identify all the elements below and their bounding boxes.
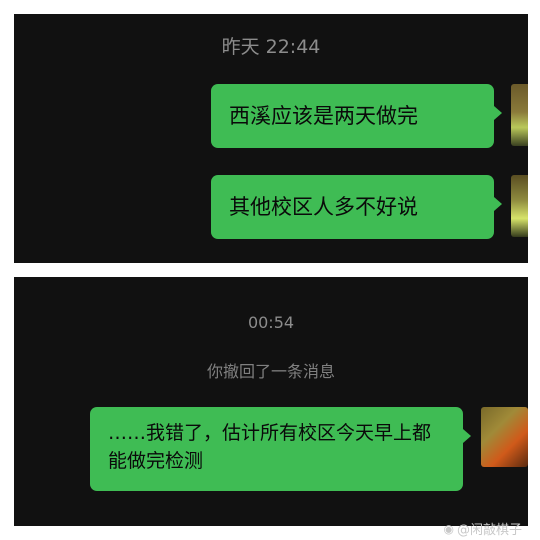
message-bubble[interactable]: ……我错了，估计所有校区今天早上都能做完检测	[90, 407, 471, 491]
message-timestamp: 昨天 22:44	[221, 36, 321, 58]
chat-panel-top: 昨天 22:44 西溪应该是两天做完 其他校区人多不好说	[14, 14, 528, 263]
sender-avatar[interactable]	[511, 175, 528, 237]
weibo-icon: ◉	[443, 521, 454, 536]
message-bubble[interactable]: 其他校区人多不好说	[211, 175, 502, 239]
watermark: ◉ @闲敲棋子	[443, 519, 523, 539]
sender-avatar[interactable]	[481, 407, 528, 467]
watermark-text: @闲敲棋子	[456, 523, 522, 538]
message-bubble[interactable]: 西溪应该是两天做完	[211, 84, 502, 148]
recall-notice: 你撤回了一条消息	[206, 362, 335, 381]
message-timestamp: 00:54	[247, 313, 295, 332]
chat-panel-bottom: 00:54 你撤回了一条消息 ……我错了，估计所有校区今天早上都能做完检测	[14, 277, 528, 526]
sender-avatar[interactable]	[511, 84, 528, 146]
